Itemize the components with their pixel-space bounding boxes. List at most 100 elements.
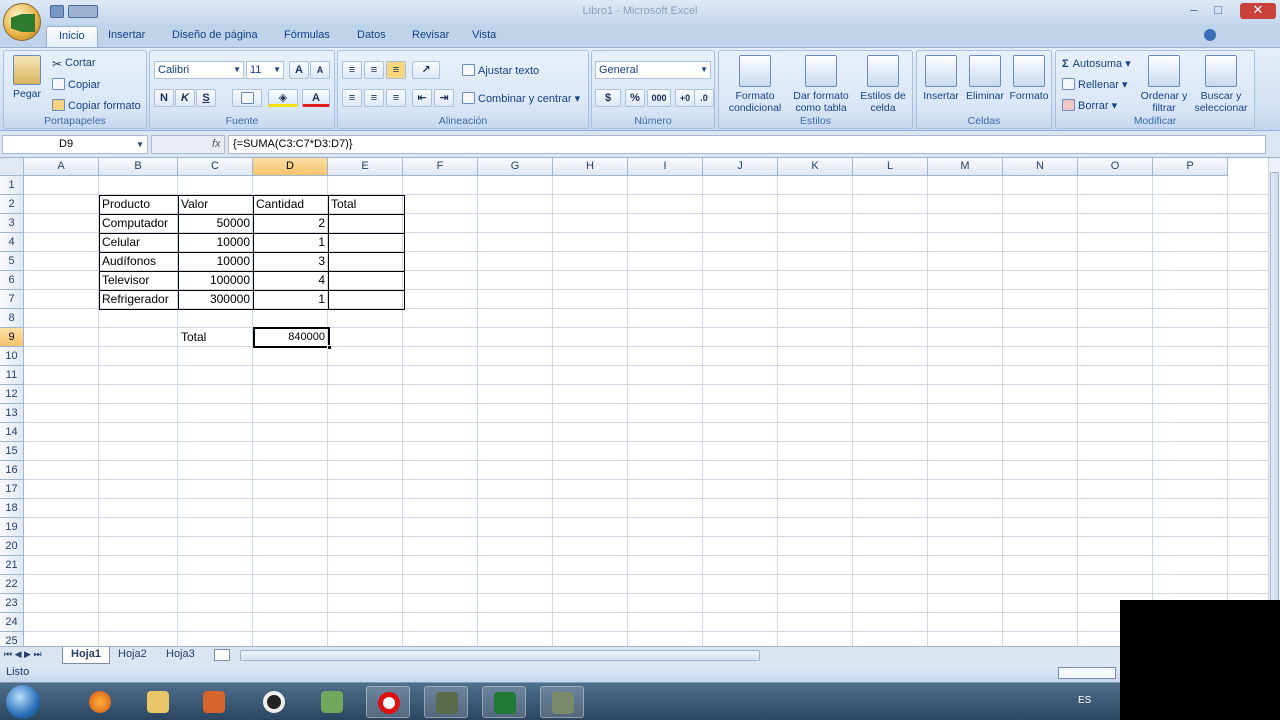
clear-button[interactable]: Borrar ▾: [1062, 99, 1117, 112]
table-row-value[interactable]: 300000: [178, 290, 253, 309]
taskbar-opera[interactable]: [366, 686, 410, 718]
orientation-icon[interactable]: ↗: [412, 61, 440, 79]
column-header-d[interactable]: D: [253, 158, 328, 176]
table-row-total[interactable]: [328, 271, 404, 290]
table-row-value[interactable]: 100000: [178, 271, 253, 290]
increase-decimal-icon[interactable]: +0: [675, 89, 695, 107]
table-row-quantity[interactable]: 4: [253, 271, 328, 290]
row-header-13[interactable]: 13: [0, 404, 24, 423]
tab-formulas[interactable]: Fórmulas: [284, 29, 330, 41]
column-header-i[interactable]: I: [628, 158, 703, 176]
active-cell-d9[interactable]: 840000: [253, 327, 332, 350]
undo-icon[interactable]: [68, 5, 98, 18]
thousands-button[interactable]: 000: [647, 89, 671, 107]
insert-cells-button[interactable]: Insertar: [919, 55, 963, 102]
table-row-value[interactable]: 10000: [178, 252, 253, 271]
table-row-value[interactable]: 10000: [178, 233, 253, 252]
align-right-icon[interactable]: ≡: [386, 89, 406, 107]
column-header-b[interactable]: B: [99, 158, 178, 176]
bold-button[interactable]: N: [154, 89, 174, 107]
font-name-select[interactable]: Calibri ▼: [154, 61, 244, 79]
font-color-button[interactable]: A: [302, 89, 330, 107]
row-header-16[interactable]: 16: [0, 461, 24, 480]
cell-c9-total-label[interactable]: Total: [178, 328, 253, 347]
taskbar-media[interactable]: [192, 686, 236, 718]
help-icon[interactable]: [1204, 29, 1216, 41]
close-button[interactable]: ✕: [1240, 3, 1276, 19]
row-header-11[interactable]: 11: [0, 366, 24, 385]
row-header-17[interactable]: 17: [0, 480, 24, 499]
delete-cells-button[interactable]: Eliminar: [963, 55, 1007, 102]
column-header-c[interactable]: C: [178, 158, 253, 176]
sheet-tab-hoja3[interactable]: Hoja3: [158, 647, 203, 664]
row-header-3[interactable]: 3: [0, 214, 24, 233]
fill-color-button[interactable]: ◈: [268, 89, 298, 107]
tab-insertar[interactable]: Insertar: [108, 29, 145, 41]
column-header-j[interactable]: J: [703, 158, 778, 176]
column-header-k[interactable]: K: [778, 158, 853, 176]
underline-button[interactable]: S: [196, 89, 216, 107]
fx-icon[interactable]: fx: [212, 138, 221, 150]
row-header-24[interactable]: 24: [0, 613, 24, 632]
tab-inicio[interactable]: Inicio: [46, 26, 98, 48]
column-header-m[interactable]: M: [928, 158, 1003, 176]
tab-vista[interactable]: Vista: [472, 29, 496, 41]
autosum-button[interactable]: Σ Autosuma ▾: [1062, 57, 1131, 70]
view-buttons-icon[interactable]: [1058, 667, 1116, 679]
find-select-button[interactable]: Buscar y seleccionar: [1190, 55, 1252, 114]
currency-button[interactable]: $: [595, 89, 621, 107]
align-left-icon[interactable]: ≡: [342, 89, 362, 107]
column-header-p[interactable]: P: [1153, 158, 1228, 176]
tab-diseno-pagina[interactable]: Diseño de página: [172, 29, 258, 41]
table-row-quantity[interactable]: 1: [253, 290, 328, 309]
name-box[interactable]: D9 ▼: [2, 135, 148, 154]
row-header-18[interactable]: 18: [0, 499, 24, 518]
sheet-nav-arrows-icon[interactable]: ⏮ ◀ ▶ ⏭: [4, 649, 42, 660]
insert-sheet-icon[interactable]: [214, 649, 230, 661]
taskbar-app[interactable]: [424, 686, 468, 718]
number-format-select[interactable]: General ▼: [595, 61, 711, 79]
table-row-quantity[interactable]: 2: [253, 214, 328, 233]
merge-center-button[interactable]: Combinar y centrar ▾: [462, 92, 580, 105]
tab-datos[interactable]: Datos: [357, 29, 386, 41]
fill-button[interactable]: Rellenar ▾: [1062, 78, 1128, 91]
increase-indent-icon[interactable]: ⇥: [434, 89, 454, 107]
row-header-6[interactable]: 6: [0, 271, 24, 290]
percent-button[interactable]: %: [625, 89, 645, 107]
row-header-15[interactable]: 15: [0, 442, 24, 461]
cut-button[interactable]: ✂ Cortar: [52, 57, 96, 71]
cell-styles-button[interactable]: Estilos de celda: [855, 55, 911, 114]
align-top-icon[interactable]: ≡: [342, 61, 362, 79]
cell-e2[interactable]: Total: [328, 195, 404, 214]
decrease-decimal-icon[interactable]: .0: [694, 89, 714, 107]
column-header-o[interactable]: O: [1078, 158, 1153, 176]
table-row-total[interactable]: [328, 214, 404, 233]
row-header-14[interactable]: 14: [0, 423, 24, 442]
select-all-corner[interactable]: [0, 158, 24, 176]
table-row-total[interactable]: [328, 290, 404, 309]
row-header-7[interactable]: 7: [0, 290, 24, 309]
table-row-quantity[interactable]: 1: [253, 233, 328, 252]
row-header-12[interactable]: 12: [0, 385, 24, 404]
save-icon[interactable]: [50, 5, 64, 18]
taskbar-excel[interactable]: [482, 686, 526, 718]
row-header-4[interactable]: 4: [0, 233, 24, 252]
format-cells-button[interactable]: Formato: [1007, 55, 1051, 102]
table-row-value[interactable]: 50000: [178, 214, 253, 233]
taskbar-firefox[interactable]: [78, 686, 122, 718]
taskbar-network[interactable]: [310, 686, 354, 718]
row-header-2[interactable]: 2: [0, 195, 24, 214]
grow-font-button[interactable]: A: [289, 61, 309, 79]
sort-filter-button[interactable]: Ordenar y filtrar: [1138, 55, 1190, 114]
column-header-n[interactable]: N: [1003, 158, 1078, 176]
row-header-8[interactable]: 8: [0, 309, 24, 328]
column-header-g[interactable]: G: [478, 158, 553, 176]
row-header-10[interactable]: 10: [0, 347, 24, 366]
start-orb-icon[interactable]: [6, 685, 40, 719]
chevron-down-icon[interactable]: ▼: [136, 140, 144, 149]
row-header-1[interactable]: 1: [0, 176, 24, 195]
column-header-l[interactable]: L: [853, 158, 928, 176]
align-center-icon[interactable]: ≡: [364, 89, 384, 107]
italic-button[interactable]: K: [175, 89, 195, 107]
row-header-20[interactable]: 20: [0, 537, 24, 556]
